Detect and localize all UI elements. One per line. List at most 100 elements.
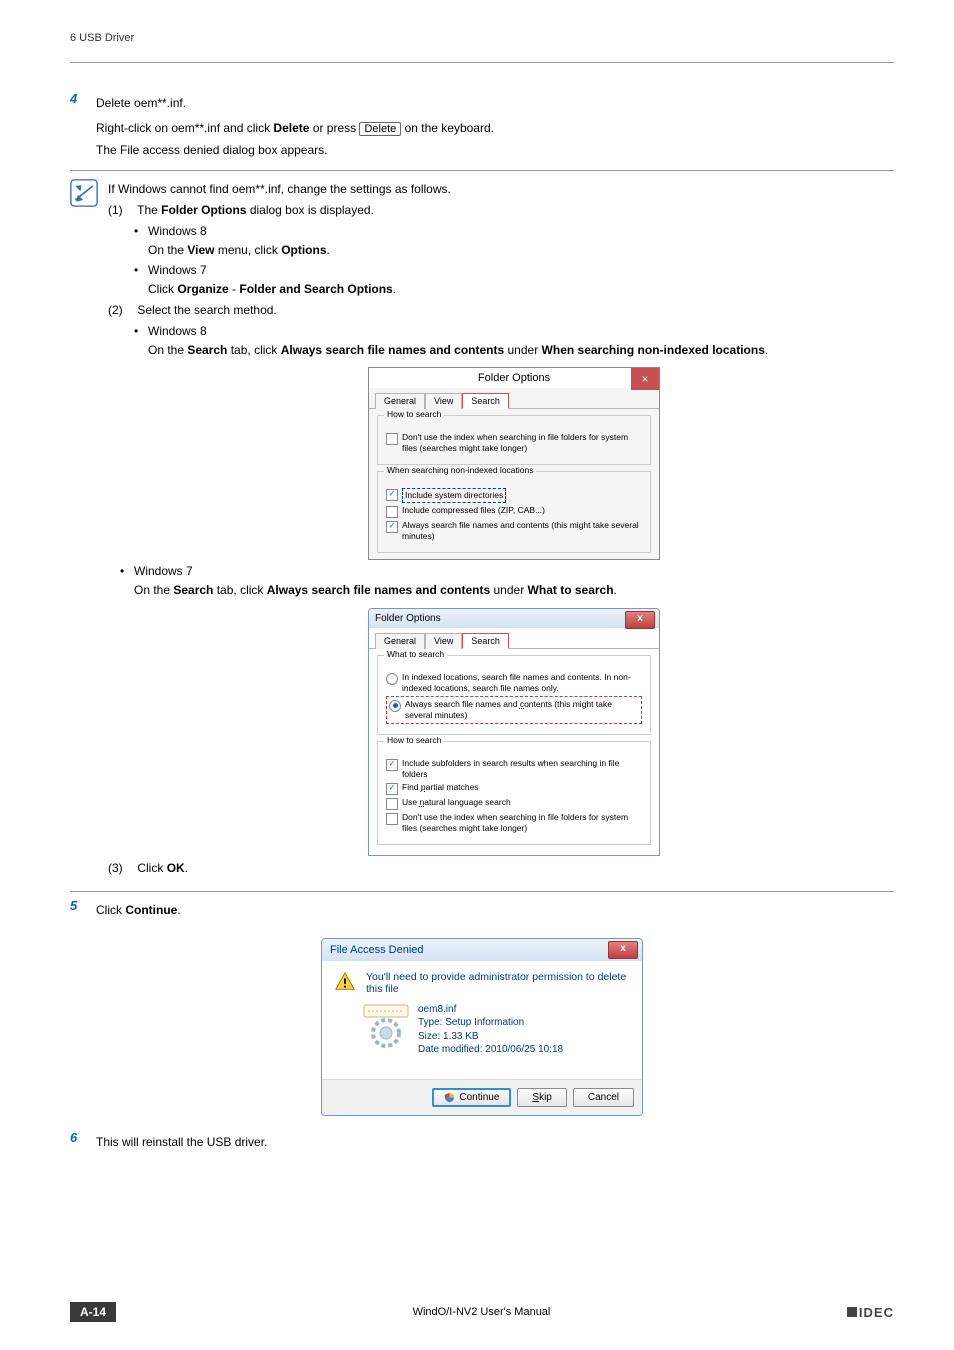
manual-title: WindO/I-NV2 User's Manual: [413, 1306, 551, 1318]
search-bold: Search: [187, 343, 227, 357]
text: .: [393, 282, 396, 296]
win7-label: Windows 7: [134, 564, 193, 578]
note-intro: If Windows cannot find oem**.inf, change…: [108, 181, 894, 198]
text: dialog box is displayed.: [246, 203, 373, 217]
always-search-bold: Always search file names and contents: [281, 343, 504, 357]
file-metadata: oem8.inf Type: Setup Information Size: 1…: [418, 1003, 563, 1057]
file-name: oem8.inf: [418, 1003, 563, 1017]
close-icon[interactable]: ×: [631, 368, 659, 390]
checkbox-label: Don't use the index when searching in fi…: [402, 812, 642, 834]
checkbox[interactable]: [386, 489, 398, 501]
win7-instr: Click Organize - Folder and Search Optio…: [148, 281, 894, 298]
what-to-search-bold: What to search: [528, 583, 614, 597]
checkbox[interactable]: [386, 798, 398, 810]
brand-text: IDEC: [859, 1305, 894, 1320]
close-icon[interactable]: x: [608, 941, 638, 959]
warning-icon: [334, 971, 356, 993]
folder-options-win8-dialog: Folder Options × General View Search How…: [368, 367, 660, 560]
tab-view[interactable]: View: [425, 633, 462, 649]
page-number: A-14: [70, 1302, 116, 1322]
tab-search[interactable]: Search: [462, 633, 509, 649]
text: or press: [309, 121, 359, 135]
tab-general[interactable]: General: [375, 393, 425, 409]
text: menu, click: [215, 243, 282, 257]
header-rule: [70, 62, 894, 63]
folder-options-bold: Folder Options: [161, 203, 246, 217]
text: tab, click: [227, 343, 280, 357]
radio[interactable]: [389, 700, 401, 712]
file-type: Type: Setup Information: [418, 1016, 563, 1030]
win8-label: Windows 8: [148, 324, 207, 338]
group-non-indexed: When searching non-indexed locations: [384, 465, 536, 476]
text: .: [614, 583, 617, 597]
file-date: Date modified: 2010/06/25 10:18: [418, 1043, 563, 1057]
page-footer: A-14 WindO/I-NV2 User's Manual IDEC: [0, 1302, 954, 1322]
checkbox[interactable]: [386, 506, 398, 518]
text: .: [327, 243, 330, 257]
dialog-message: You'll need to provide administrator per…: [366, 971, 630, 995]
text: Click: [137, 861, 166, 875]
text: .: [185, 861, 188, 875]
win7-label: Windows 7: [148, 263, 207, 277]
bullet-win8: •Windows 8: [134, 224, 894, 238]
text: under: [504, 343, 541, 357]
radio[interactable]: [386, 673, 398, 685]
checkbox[interactable]: [386, 813, 398, 825]
checkbox[interactable]: [386, 433, 398, 445]
text: .: [765, 343, 768, 357]
text: .: [177, 903, 180, 917]
bullet-win7: •Windows 7: [134, 263, 894, 277]
checkbox[interactable]: [386, 783, 398, 795]
always-search-bold: Always search file names and contents: [267, 583, 490, 597]
sub-number: (1): [108, 202, 134, 219]
dialog-titlebar: Folder Options x: [369, 609, 659, 628]
close-icon[interactable]: x: [625, 611, 655, 629]
text: On the: [148, 343, 187, 357]
text: On the: [148, 243, 187, 257]
when-searching-bold: When searching non-indexed locations: [542, 343, 765, 357]
text: Click: [96, 903, 125, 917]
text: Click: [148, 282, 177, 296]
options-bold: Options: [281, 243, 326, 257]
dialog-title: Folder Options: [478, 372, 550, 384]
chapter-label: 6 USB Driver: [70, 32, 894, 44]
separator: [70, 170, 894, 171]
idec-logo: IDEC: [847, 1305, 894, 1320]
checkbox[interactable]: [386, 759, 398, 771]
separator: [70, 891, 894, 892]
button-label: Continue: [459, 1092, 499, 1103]
checkbox-label: Include system directories: [402, 488, 506, 503]
dialog-title: Folder Options: [375, 613, 441, 624]
group-what-to-search: What to search: [384, 649, 447, 660]
folder-search-bold: Folder and Search Options: [239, 282, 392, 296]
checkbox[interactable]: [386, 521, 398, 533]
text: On the: [134, 583, 173, 597]
checkbox-label: Don't use the index when searching in fi…: [402, 432, 642, 454]
win7-search-instr: On the Search tab, click Always search f…: [134, 582, 894, 599]
file-access-denied-dialog: File Access Denied x You'll need to prov…: [321, 938, 643, 1116]
note-sub2: (2) Select the search method.: [108, 302, 894, 319]
tab-view[interactable]: View: [425, 393, 462, 409]
ok-bold: OK: [167, 861, 185, 875]
group-how-to-search: How to search: [384, 735, 444, 746]
win8-label: Windows 8: [148, 224, 207, 238]
checkbox-label: Include compressed files (ZIP, CAB...): [402, 505, 545, 516]
win8-search-instr: On the Search tab, click Always search f…: [148, 342, 894, 359]
win8-instr: On the View menu, click Options.: [148, 242, 894, 259]
skip-button[interactable]: Skip: [517, 1088, 566, 1107]
search-bold: Search: [173, 583, 213, 597]
folder-options-win7-dialog: Folder Options x General View Search Wha…: [368, 608, 660, 856]
note-sub3: (3) Click OK.: [108, 860, 894, 877]
tab-search[interactable]: Search: [462, 393, 509, 409]
continue-button[interactable]: Continue: [432, 1088, 511, 1107]
note-sub1: (1) The Folder Options dialog box is dis…: [108, 202, 894, 219]
sub-number: (2): [108, 302, 134, 319]
step-6-text: This will reinstall the USB driver.: [96, 1134, 894, 1151]
tab-general[interactable]: General: [375, 633, 425, 649]
step-5-text: Click Continue.: [96, 902, 894, 919]
cancel-button[interactable]: Cancel: [573, 1088, 634, 1107]
note-icon: [70, 179, 98, 207]
shield-icon: [444, 1092, 455, 1103]
text: The: [137, 203, 161, 217]
logo-square-icon: [847, 1307, 857, 1317]
